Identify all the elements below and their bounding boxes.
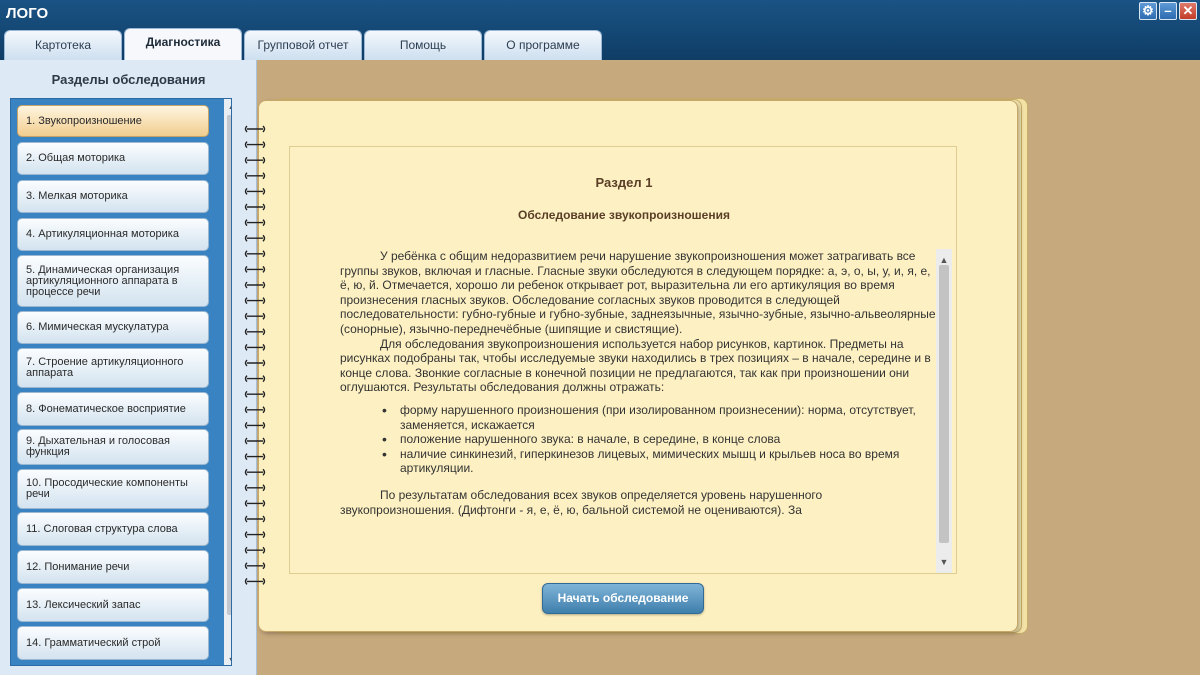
spiral-ring	[244, 375, 266, 383]
tab-diagnostika[interactable]: Диагностика	[124, 28, 242, 60]
spiral-ring	[244, 125, 266, 133]
description-paragraph: У ребёнка с общим недоразвитием речи нар…	[340, 249, 936, 336]
spiral-ring	[244, 250, 266, 258]
spiral-ring	[244, 499, 266, 507]
section-content-panel: Раздел 1 Обследование звукопроизношения …	[289, 146, 957, 574]
tab-help[interactable]: Помощь	[364, 30, 482, 60]
main-tabs: Картотека Диагностика Групповой отчет По…	[4, 28, 602, 60]
scroll-down-arrow-icon[interactable]: ▼	[224, 653, 231, 665]
settings-gear-icon[interactable]: ⚙	[1139, 2, 1157, 20]
sidebar-item-6[interactable]: 6. Мимическая мускулатура	[17, 311, 209, 344]
spiral-ring	[244, 312, 266, 320]
sidebar-item-4[interactable]: 4. Артикуляционная моторика	[17, 218, 209, 251]
spiral-ring	[244, 219, 266, 227]
spiral-ring	[244, 156, 266, 164]
sidebar-item-5[interactable]: 5. Динамическая организация артикуляцион…	[17, 255, 209, 307]
scroll-down-arrow-icon[interactable]: ▼	[936, 555, 952, 569]
spiral-ring	[244, 421, 266, 429]
tab-group-report[interactable]: Групповой отчет	[244, 30, 362, 60]
sidebar-title: Разделы обследования	[51, 72, 206, 87]
minimize-icon[interactable]: –	[1159, 2, 1177, 20]
spiral-ring	[244, 187, 266, 195]
sidebar-item-3[interactable]: 3. Мелкая моторика	[17, 180, 209, 213]
scroll-up-arrow-icon[interactable]: ▲	[224, 99, 231, 113]
section-label: Раздел 1	[595, 175, 653, 190]
spiral-ring	[244, 515, 266, 523]
spiral-ring	[244, 328, 266, 336]
sidebar-item-1[interactable]: 1. Звукопроизношение	[17, 105, 209, 137]
close-icon[interactable]: ✕	[1179, 2, 1197, 20]
sidebar-scrollbar[interactable]: ▲ ▼	[224, 99, 231, 665]
sidebar-item-11[interactable]: 11. Слоговая структура слова	[17, 512, 209, 546]
list-item: наличие синкинезий, гиперкинезов лицевых…	[382, 447, 936, 476]
spiral-ring	[244, 562, 266, 570]
spiral-ring	[244, 359, 266, 367]
sidebar-item-7[interactable]: 7. Строение артикуляционного аппарата	[17, 348, 209, 388]
tab-about[interactable]: О программе	[484, 30, 602, 60]
spiral-ring	[244, 141, 266, 149]
criteria-list: форму нарушенного произношения (при изол…	[382, 403, 936, 476]
list-item: форму нарушенного произношения (при изол…	[382, 403, 936, 432]
notebook: Раздел 1 Обследование звукопроизношения …	[244, 100, 1018, 632]
sidebar-item-10[interactable]: 10. Просодические компоненты речи	[17, 469, 209, 509]
app-title: ЛОГО	[6, 5, 49, 22]
spiral-ring	[244, 546, 266, 554]
sidebar-scroll-thumb[interactable]	[227, 115, 231, 615]
window-controls: ⚙ – ✕	[1139, 2, 1197, 20]
spiral-ring	[244, 172, 266, 180]
description-scroll-thumb[interactable]	[939, 265, 949, 543]
spiral-ring	[244, 531, 266, 539]
section-title: Обследование звукопроизношения	[518, 208, 730, 222]
spiral-ring	[244, 234, 266, 242]
spiral-ring	[244, 453, 266, 461]
spiral-ring	[244, 390, 266, 398]
sidebar-item-2[interactable]: 2. Общая моторика	[17, 142, 209, 175]
description-text: У ребёнка с общим недоразвитием речи нар…	[340, 249, 936, 517]
sections-list: 1. Звукопроизношение 2. Общая моторика 3…	[10, 98, 232, 666]
sidebar: Разделы обследования 1. Звукопроизношени…	[0, 60, 257, 675]
description-paragraph: Для обследования звукопроизношения испол…	[340, 336, 931, 395]
sidebar-item-14[interactable]: 14. Грамматический строй	[17, 626, 209, 660]
tab-kartoteka[interactable]: Картотека	[4, 30, 122, 60]
spiral-ring	[244, 265, 266, 273]
spiral-ring	[244, 203, 266, 211]
spiral-ring	[244, 577, 266, 585]
spiral-ring	[244, 281, 266, 289]
spiral-rings-icon	[244, 125, 266, 585]
start-examination-button[interactable]: Начать обследование	[542, 583, 704, 614]
description-paragraph: По результатам обследования всех звуков …	[340, 487, 823, 517]
main-area: Раздел 1 Обследование звукопроизношения …	[244, 60, 1200, 675]
sidebar-item-12[interactable]: 12. Понимание речи	[17, 550, 209, 584]
spiral-ring	[244, 437, 266, 445]
sidebar-item-8[interactable]: 8. Фонематическое восприятие	[17, 392, 209, 426]
spiral-ring	[244, 468, 266, 476]
spiral-ring	[244, 406, 266, 414]
spiral-ring	[244, 484, 266, 492]
sidebar-item-13[interactable]: 13. Лексический запас	[17, 588, 209, 622]
list-item: положение нарушенного звука: в начале, в…	[382, 432, 936, 447]
section-description: У ребёнка с общим недоразвитием речи нар…	[340, 249, 952, 573]
spiral-ring	[244, 343, 266, 351]
sidebar-item-9[interactable]: 9. Дыхательная и голосовая функция	[17, 429, 209, 465]
description-scrollbar[interactable]: ▲ ▼	[936, 249, 952, 573]
spiral-ring	[244, 297, 266, 305]
title-bar: ЛОГО ⚙ – ✕ Картотека Диагностика Группов…	[0, 0, 1200, 60]
